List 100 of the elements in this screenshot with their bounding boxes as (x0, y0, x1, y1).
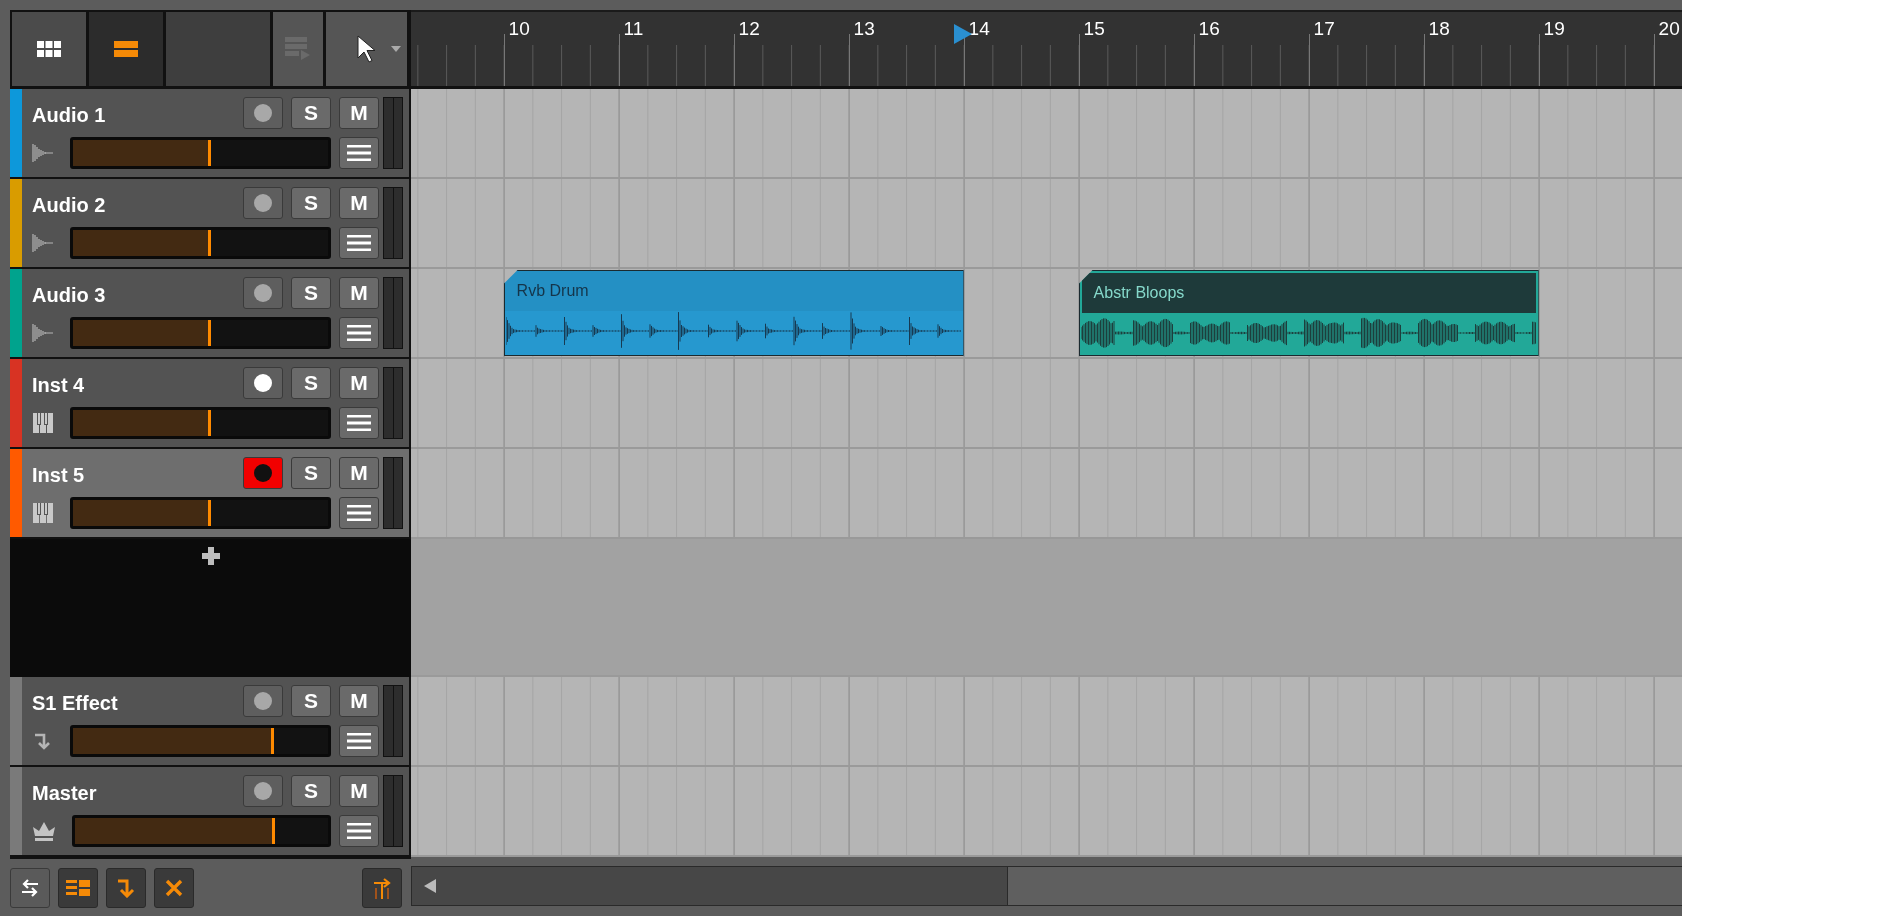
bar-number: 16 (1198, 18, 1220, 40)
menu-button[interactable] (339, 137, 379, 169)
menu-button[interactable] (339, 725, 379, 757)
solo-button[interactable]: S (291, 775, 331, 807)
waveform-icon (32, 232, 54, 254)
menu-button[interactable] (339, 815, 379, 847)
bars-arrow-icon (372, 876, 392, 899)
solo-button[interactable]: S (291, 277, 331, 309)
bar-number: 19 (1543, 18, 1565, 40)
record-arm-button[interactable] (243, 367, 283, 399)
level-meter (383, 685, 403, 757)
piano-keys-icon (32, 502, 54, 524)
track-name: Inst 4 (32, 372, 86, 397)
bar-number: 14 (968, 18, 990, 40)
level-meter (383, 367, 403, 439)
track-name: Master (32, 780, 98, 805)
mute-button[interactable]: M (339, 277, 379, 309)
solo-button[interactable]: S (291, 367, 331, 399)
record-arm-button[interactable] (243, 187, 283, 219)
close-icon (165, 878, 183, 897)
timeline-ruler[interactable]: 10 11 12 13 14 15 16 17 18 19 20 (411, 10, 1682, 89)
solo-button[interactable]: S (291, 97, 331, 129)
audio-clip[interactable]: Abstr Bloops (1078, 270, 1539, 356)
clip-title: Rvb Drum (516, 282, 589, 300)
scroll-left-icon[interactable] (424, 879, 436, 893)
view-toggle-button[interactable] (12, 12, 86, 86)
bar-number: 10 (508, 18, 530, 40)
menu-icon (347, 823, 371, 839)
menu-icon (347, 415, 371, 431)
crown-icon (32, 821, 56, 841)
menu-icon (347, 325, 371, 341)
tool-button[interactable] (326, 12, 407, 86)
menu-button[interactable] (339, 227, 379, 259)
footer-toggle-button[interactable] (10, 867, 50, 908)
track-header[interactable]: Inst 4 S M (10, 359, 411, 447)
swap-arrows-icon (20, 878, 40, 897)
record-arm-button[interactable] (243, 685, 283, 717)
clip-title: Abstr Bloops (1093, 284, 1185, 302)
audio-clip[interactable]: Rvb Drum (503, 270, 964, 356)
track-name: Audio 2 (32, 192, 107, 217)
level-meter (383, 775, 403, 847)
menu-button[interactable] (339, 317, 379, 349)
menu-icon (347, 733, 371, 749)
return-arrow-icon (116, 877, 136, 898)
playhead-marker[interactable] (953, 24, 972, 44)
record-arm-button[interactable] (243, 775, 283, 807)
track-header[interactable]: Audio 1 S M (10, 89, 411, 177)
record-arm-button[interactable] (243, 97, 283, 129)
footer-toggle-button[interactable] (154, 867, 194, 908)
mute-button[interactable]: M (339, 187, 379, 219)
caret-icon (391, 46, 401, 52)
pointer-icon (355, 35, 378, 63)
list-layout-icon (66, 879, 90, 896)
footer-toggle-button[interactable] (58, 867, 98, 908)
track-header[interactable]: Master S M (10, 767, 411, 855)
footer-toggle-button[interactable] (106, 867, 146, 908)
bar-number: 20 (1658, 18, 1680, 40)
track-header[interactable]: Inst 5 S M (10, 449, 411, 537)
mute-button[interactable]: M (339, 367, 379, 399)
mute-button[interactable]: M (339, 775, 379, 807)
export-button[interactable] (362, 867, 402, 908)
bar-number: 15 (1083, 18, 1105, 40)
menu-button[interactable] (339, 407, 379, 439)
level-meter (383, 457, 403, 529)
mute-button[interactable]: M (339, 457, 379, 489)
solo-button[interactable]: S (291, 685, 331, 717)
level-meter (383, 97, 403, 169)
mute-button[interactable]: M (339, 685, 379, 717)
menu-icon (347, 145, 371, 161)
track-header[interactable]: Audio 3 S M (10, 269, 411, 357)
track-name: Audio 3 (32, 282, 107, 307)
menu-button[interactable] (339, 497, 379, 529)
waveform-icon (32, 142, 54, 164)
menu-icon (347, 505, 371, 521)
solo-button[interactable]: S (291, 187, 331, 219)
track-header[interactable]: Audio 2 S M (10, 179, 411, 267)
bar-number: 13 (853, 18, 875, 40)
grid-icon (36, 41, 61, 57)
track-lane[interactable]: Rvb Drum Abstr Bloops (411, 269, 1682, 357)
waveform-icon (32, 322, 54, 344)
bar-number: 12 (738, 18, 760, 40)
horizontal-scrollbar[interactable] (411, 866, 1682, 906)
bar-number: 11 (623, 18, 644, 40)
level-meter (383, 277, 403, 349)
bar-number: 17 (1313, 18, 1335, 40)
menu-icon (347, 235, 371, 251)
track-name: Audio 1 (32, 102, 107, 127)
level-meter (383, 187, 403, 259)
piano-keys-icon (32, 412, 54, 434)
add-track-icon[interactable] (201, 547, 220, 565)
view-toggle-button[interactable] (88, 12, 163, 86)
track-name: Inst 5 (32, 462, 86, 487)
lanes-icon (113, 41, 138, 57)
mute-button[interactable]: M (339, 97, 379, 129)
scrollbar-thumb[interactable] (412, 867, 1008, 905)
solo-button[interactable]: S (291, 457, 331, 489)
bar-number: 18 (1428, 18, 1450, 40)
record-arm-button[interactable] (243, 277, 283, 309)
track-name: S1 Effect (32, 690, 119, 715)
track-header[interactable]: S1 Effect S M (10, 677, 411, 765)
